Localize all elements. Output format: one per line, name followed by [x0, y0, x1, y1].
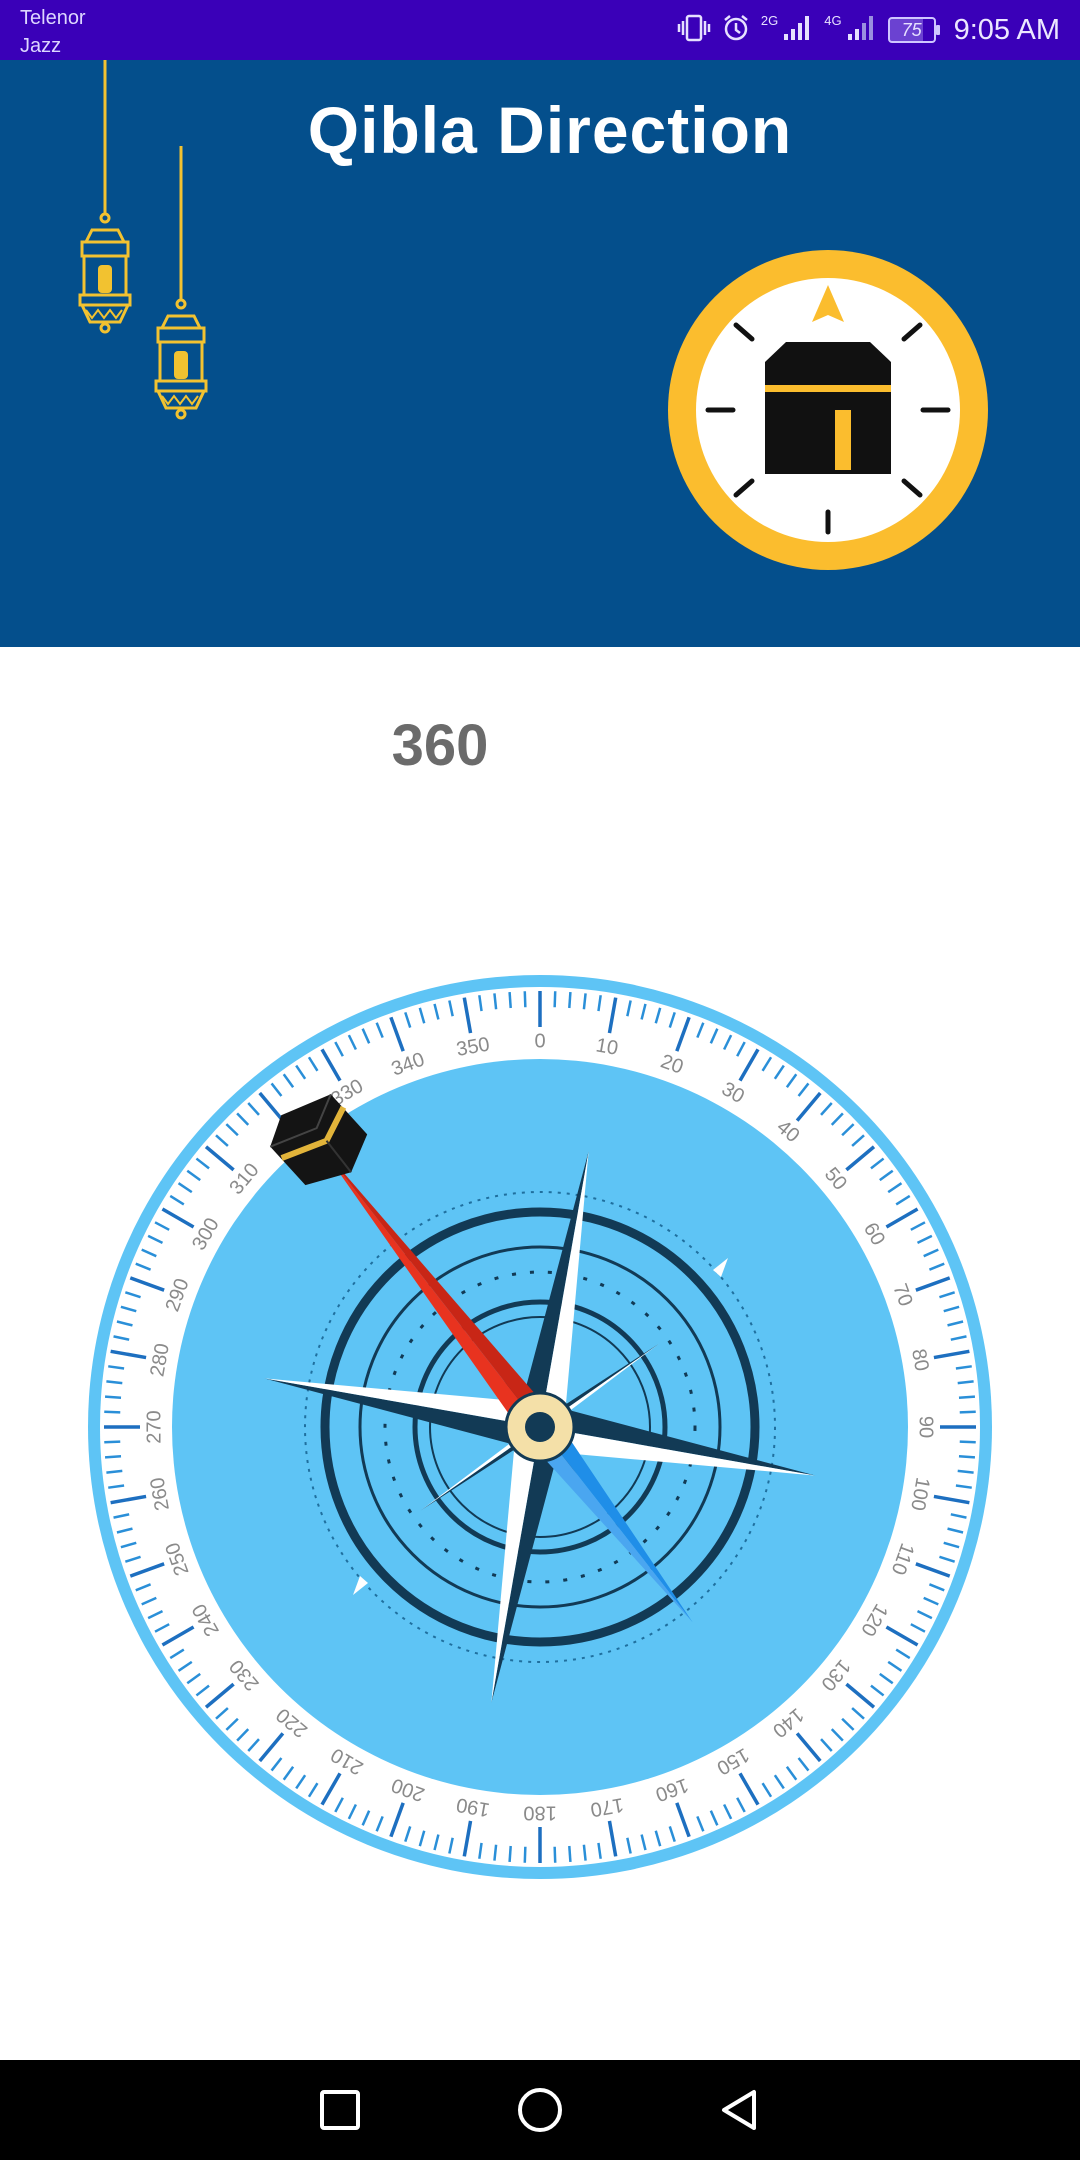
home-circle-icon — [518, 2088, 562, 2132]
system-nav-bar — [0, 2060, 1080, 2160]
compass-degree-label: 80 — [907, 1347, 933, 1373]
compass-tick — [957, 1380, 974, 1385]
qibla-kaaba-logo — [668, 250, 988, 570]
compass-tick — [104, 1410, 121, 1414]
network-type-2: 4G — [824, 12, 842, 28]
compass-tick — [553, 1846, 557, 1863]
compass-degree-label: 270 — [143, 1410, 165, 1443]
compass-tick — [959, 1440, 976, 1444]
compass-dial[interactable]: 0 102030405060708090100110120130140150160… — [88, 975, 992, 1879]
compass-tick — [959, 1410, 976, 1414]
compass-tick — [493, 993, 498, 1010]
app-header: Qibla Direction — [0, 60, 1080, 647]
compass-tick — [508, 1845, 512, 1863]
compass-tick — [508, 991, 512, 1009]
needle-hub-center — [525, 1412, 555, 1442]
status-icons: 2G 4G 75 9:05 AM — [677, 0, 1060, 60]
compass-degree-label: 0 — [534, 1030, 545, 1052]
compass-tick — [958, 1455, 976, 1459]
clock: 9:05 AM — [953, 13, 1060, 46]
signal-icon — [846, 14, 878, 47]
compass-tick — [582, 993, 587, 1010]
compass-tick — [106, 1380, 123, 1385]
compass-tick — [568, 1845, 572, 1863]
carrier-info: Telenor Jazz — [20, 4, 86, 60]
back-triangle-icon — [722, 2090, 756, 2130]
lantern-icon — [154, 146, 208, 420]
compass-tick — [523, 991, 527, 1008]
battery-icon: 75 — [887, 17, 940, 43]
vibrate-icon — [677, 13, 711, 48]
compass-tick — [104, 1440, 121, 1444]
signal-icon — [782, 14, 814, 47]
battery-level: 75 — [901, 19, 922, 40]
compass-tick — [493, 1844, 498, 1861]
recents-square-icon — [320, 2090, 360, 2130]
compass-degree-label: 90 — [915, 1416, 937, 1438]
recents-button[interactable] — [280, 2060, 400, 2160]
compass-tick — [957, 1469, 974, 1474]
compass-tick — [104, 1395, 122, 1399]
compass-degree-label: 180 — [523, 1802, 556, 1824]
carrier-name-2: Jazz — [20, 35, 62, 57]
compass-tick — [568, 991, 572, 1009]
network-type-1: 2G — [760, 12, 779, 28]
carrier-name-1: Telenor — [20, 7, 86, 29]
compass-tick — [104, 1455, 122, 1459]
compass-degree-label: 10 — [594, 1034, 620, 1060]
compass-tick — [582, 1844, 587, 1861]
compass-tick — [958, 1395, 976, 1399]
lantern-icon — [78, 60, 132, 334]
degree-readout: 360 — [391, 713, 489, 778]
home-button[interactable] — [480, 2060, 600, 2160]
status-bar: Telenor Jazz 2G 4G 75 9:05 AM — [0, 0, 1080, 60]
back-button[interactable] — [680, 2060, 800, 2160]
compass-tick — [106, 1469, 123, 1474]
alarm-icon — [721, 13, 751, 48]
compass-tick — [523, 1846, 527, 1863]
compass-tick — [553, 991, 557, 1008]
